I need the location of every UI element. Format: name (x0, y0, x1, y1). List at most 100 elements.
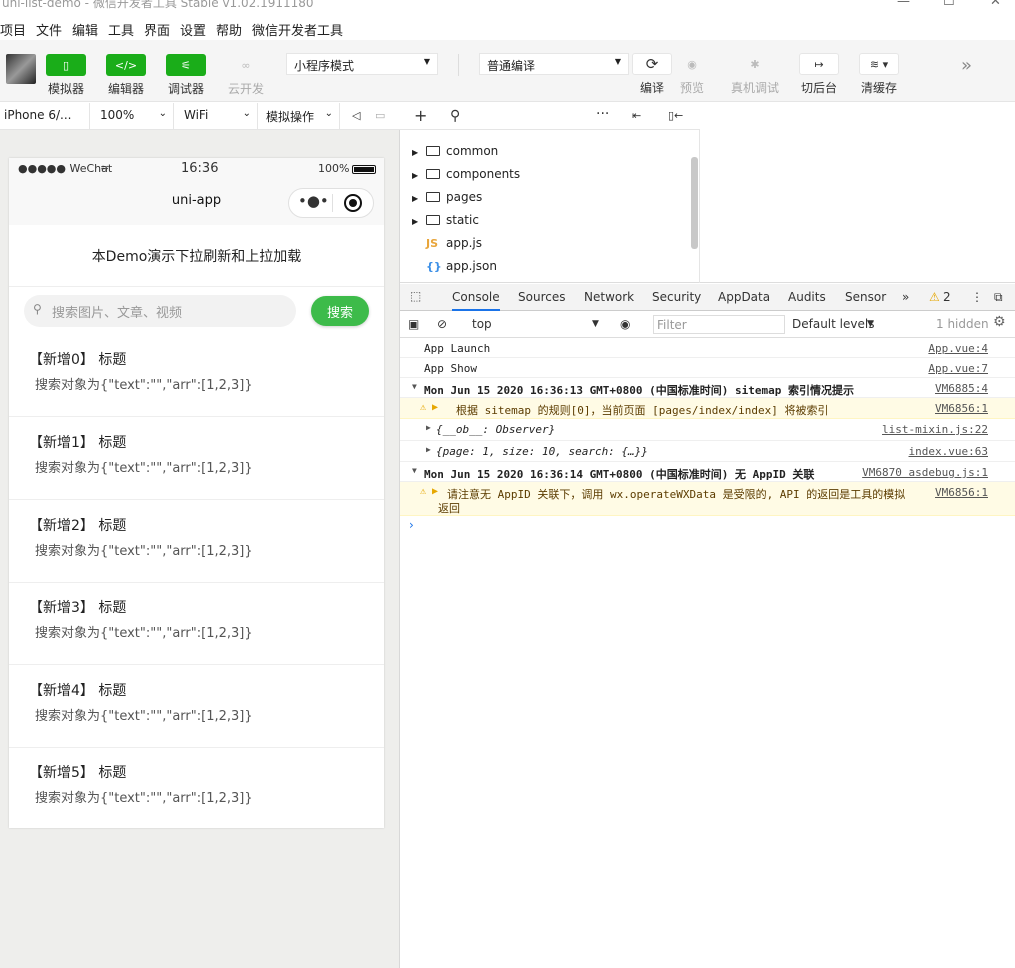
debugger-button[interactable]: ⚟ 调试器 (166, 54, 206, 97)
clear-cache-button[interactable]: ≋ ▾ 清缓存 (857, 53, 901, 96)
tree-item-pages[interactable]: ▶ pages (412, 190, 482, 210)
item-title: 【新增2】 标题 (29, 518, 127, 534)
context-select[interactable]: top (472, 317, 492, 331)
tree-item-app-json[interactable]: {} app.json (426, 259, 497, 279)
sidebar-icon[interactable]: ▣ (408, 317, 419, 331)
menu-interface[interactable]: 界面 (144, 20, 170, 39)
tab-sensor[interactable]: Sensor (845, 290, 886, 304)
menu-help[interactable]: 帮助 (216, 20, 242, 39)
menu-tools[interactable]: 工具 (108, 20, 134, 39)
gear-icon[interactable]: ⚙ (993, 314, 1006, 330)
list-item[interactable]: 【新增0】 标题 搜索对象为{"text":"","arr":[1,2,3]} (9, 335, 384, 417)
caret-right-icon: ▶ (426, 445, 431, 454)
more-icon[interactable]: » (961, 55, 972, 76)
warning-icon: ⚠ ▶ (420, 402, 439, 413)
undock-icon[interactable]: ⧉ (994, 290, 1003, 305)
menu-edit[interactable]: 编辑 (72, 20, 98, 39)
file-tree: ▶ common ▶ components ▶ pages ▶ static JS app… (400, 130, 700, 283)
log-source-link[interactable]: list-mixin.js:22 (882, 423, 988, 436)
log-source-link[interactable]: index.vue:63 (909, 445, 988, 458)
caret-down-icon: ▼ (412, 466, 417, 475)
cloud-button[interactable]: ∞ 云开发 (226, 54, 266, 97)
zoom-select[interactable]: 100% ⌄ (90, 103, 174, 129)
more-tabs-icon[interactable]: » (902, 290, 909, 304)
list-item[interactable]: 【新增1】 标题 搜索对象为{"text":"","arr":[1,2,3]} (9, 418, 384, 500)
sidebar-toggle-icon[interactable]: ▯← (668, 109, 683, 122)
list-item[interactable]: 【新增2】 标题 搜索对象为{"text":"","arr":[1,2,3]} (9, 501, 384, 583)
chevron-down-icon: ⌄ (158, 108, 167, 119)
log-source-link[interactable]: VM6870 asdebug.js:1 (862, 466, 988, 479)
bug-icon: ✱ (750, 57, 760, 71)
preview-button[interactable]: ◉ 预览 (672, 53, 712, 96)
item-description: 搜索对象为{"text":"","arr":[1,2,3]} (35, 626, 253, 641)
menu-settings[interactable]: 设置 (180, 20, 206, 39)
compile-button[interactable]: ⟳ 编译 (632, 53, 672, 96)
log-message: 请注意无 AppID 关联下，调用 wx.operateWXData 是受限的,… (447, 488, 906, 501)
window-icon[interactable]: ▭ (375, 109, 385, 122)
close-icon[interactable]: ✕ (990, 0, 1001, 9)
devtools-panel: ⬚ Console Sources Network Security AppDa… (400, 284, 1015, 968)
network-select[interactable]: WiFi ⌄ (174, 103, 258, 129)
collapse-icon[interactable]: ⇤ (632, 109, 641, 122)
kebab-menu-icon[interactable]: ⋮ (971, 290, 983, 304)
tab-sources[interactable]: Sources (518, 290, 565, 304)
inspect-icon[interactable]: ⬚ (410, 289, 421, 303)
console-prompt-icon[interactable]: › (409, 518, 414, 532)
tree-item-common[interactable]: ▶ common (412, 144, 498, 164)
log-group[interactable]: ▼ Mon Jun 15 2020 16:36:14 GMT+0800 (中国标… (400, 462, 1015, 482)
warning-icon[interactable]: ⚠ (929, 290, 940, 304)
tree-item-components[interactable]: ▶ components (412, 167, 520, 187)
levels-select[interactable]: Default levels (792, 317, 874, 331)
list-item[interactable]: 【新增3】 标题 搜索对象为{"text":"","arr":[1,2,3]} (9, 583, 384, 665)
close-capsule-icon[interactable] (344, 194, 362, 212)
editor-button[interactable]: </> 编辑器 (106, 54, 146, 97)
menu-project[interactable]: 项目 (0, 20, 26, 39)
log-source-link[interactable]: VM6856:1 (935, 486, 988, 499)
minimize-icon[interactable]: — (897, 0, 910, 9)
more-horizontal-icon[interactable]: ··· (596, 106, 609, 122)
simulate-select[interactable]: 模拟操作 ⌄ (258, 103, 340, 129)
item-title: 【新增5】 标题 (29, 765, 127, 781)
tab-security[interactable]: Security (652, 290, 701, 304)
menu-file[interactable]: 文件 (36, 20, 62, 39)
avatar[interactable] (6, 54, 36, 84)
maximize-icon[interactable]: ☐ (943, 0, 955, 9)
clear-console-icon[interactable]: ⊘ (437, 317, 447, 331)
tree-item-app-js[interactable]: JS app.js (426, 236, 482, 256)
menu-wechat-devtools[interactable]: 微信开发者工具 (252, 20, 343, 39)
log-source-link[interactable]: App.vue:7 (928, 362, 988, 375)
tree-item-static[interactable]: ▶ static (412, 213, 479, 233)
search-button[interactable]: 搜索 (311, 296, 369, 326)
filter-input[interactable]: Filter (653, 315, 785, 334)
tab-console[interactable]: Console (452, 290, 500, 311)
item-title: 【新增0】 标题 (29, 352, 127, 368)
background-button[interactable]: ↦ 切后台 (798, 53, 840, 96)
compile-mode-select[interactable]: 普通编译 ▼ (479, 53, 629, 75)
switch-icon: ↦ (799, 53, 839, 75)
search-icon[interactable]: ⚲ (450, 108, 460, 124)
capsule-menu: •●• (288, 188, 374, 218)
more-dots-icon[interactable]: •●• (298, 192, 329, 210)
log-source-link[interactable]: VM6885:4 (935, 382, 988, 395)
volume-icon[interactable]: ◁ (352, 109, 360, 122)
mode-select[interactable]: 小程序模式 ▼ (286, 53, 438, 75)
device-select[interactable]: iPhone 6/... (0, 103, 90, 129)
log-source-link[interactable]: App.vue:4 (928, 342, 988, 355)
list-item[interactable]: 【新增5】 标题 搜索对象为{"text":"","arr":[1,2,3]} (9, 748, 384, 830)
tab-appdata[interactable]: AppData (718, 290, 770, 304)
scrollbar[interactable] (691, 157, 698, 249)
log-message: App Launch (424, 342, 491, 355)
tab-network[interactable]: Network (584, 290, 634, 304)
log-object[interactable]: ▶ {page: 1, size: 10, search: {…}} index… (400, 441, 1015, 462)
log-group[interactable]: ▼ Mon Jun 15 2020 16:36:13 GMT+0800 (中国标… (400, 378, 1015, 398)
simulator-button[interactable]: ▯ 模拟器 (46, 54, 86, 97)
log-source-link[interactable]: VM6856:1 (935, 402, 988, 415)
list-item[interactable]: 【新增4】 标题 搜索对象为{"text":"","arr":[1,2,3]} (9, 666, 384, 748)
devtools-tabs: ⬚ Console Sources Network Security AppDa… (400, 284, 1015, 311)
log-object[interactable]: ▶ {__ob__: Observer} list-mixin.js:22 (400, 419, 1015, 441)
tab-audits[interactable]: Audits (788, 290, 826, 304)
plus-icon[interactable]: + (414, 106, 427, 125)
remote-debug-button[interactable]: ✱ 真机调试 (730, 53, 780, 96)
eye-icon[interactable]: ◉ (620, 317, 630, 331)
search-input[interactable]: ⚲ 搜索图片、文章、视频 (24, 295, 296, 327)
